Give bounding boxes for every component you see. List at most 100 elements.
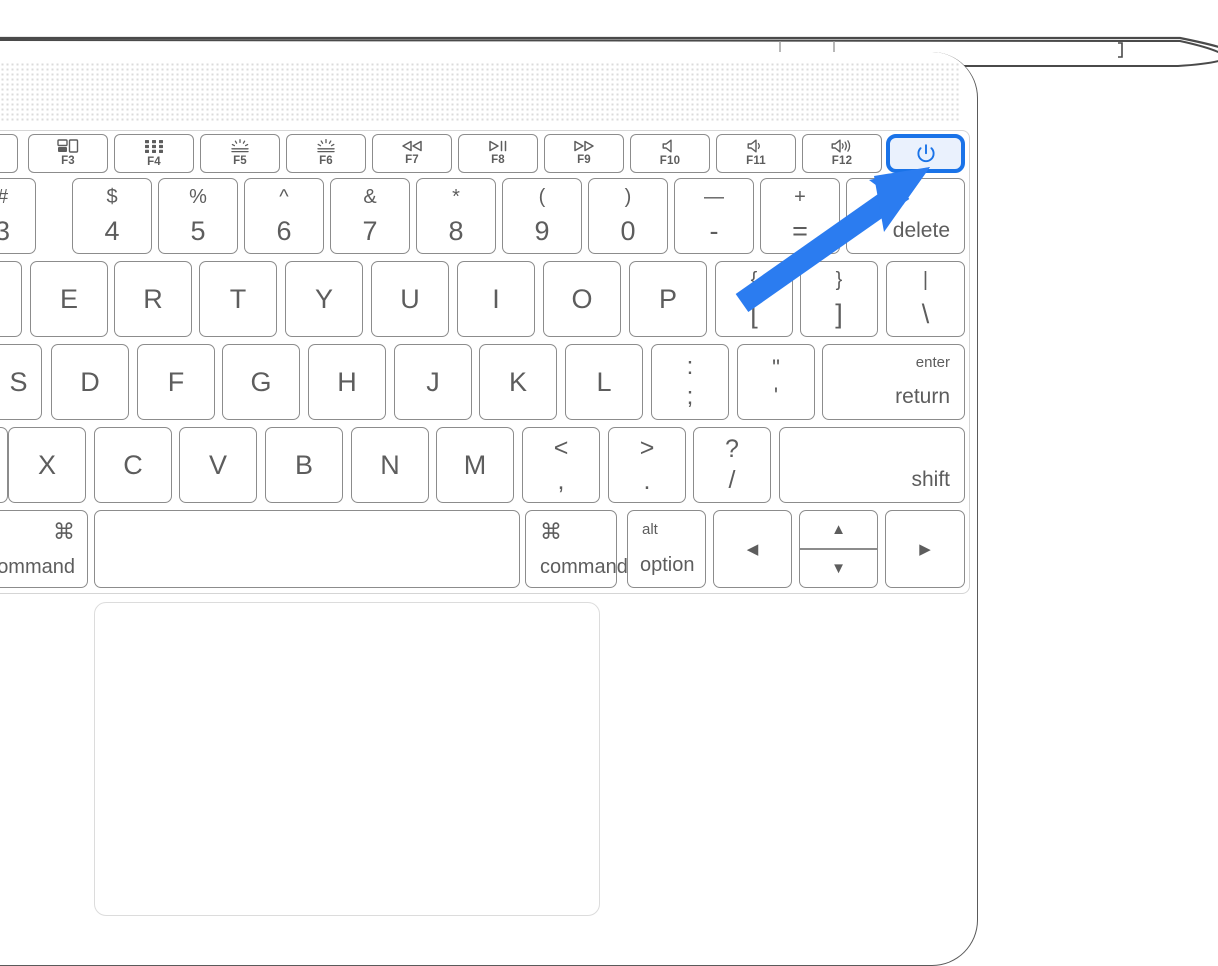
key-v[interactable]: V bbox=[179, 427, 257, 503]
volume-down-icon bbox=[747, 139, 760, 153]
key-7[interactable]: & 7 bbox=[330, 178, 410, 254]
key-f4-label: F4 bbox=[147, 155, 161, 168]
key-u-label: U bbox=[400, 283, 420, 314]
key-z-partial[interactable] bbox=[0, 427, 8, 503]
key-period-shift-label: > bbox=[639, 434, 655, 462]
key-option-alt-label: alt bbox=[642, 521, 658, 538]
key-semicolon[interactable]: : ; bbox=[651, 344, 729, 420]
key-arrow-down[interactable]: ▼ bbox=[800, 550, 877, 587]
key-4[interactable]: $ 4 bbox=[72, 178, 152, 254]
key-slash[interactable]: ? / bbox=[693, 427, 771, 503]
key-return-enter-label: enter bbox=[915, 354, 950, 371]
power-button[interactable] bbox=[886, 134, 965, 173]
command-symbol-icon: ⌘ bbox=[540, 519, 562, 544]
key-6[interactable]: ^ 6 bbox=[244, 178, 324, 254]
key-arrow-right[interactable]: ▶ bbox=[885, 510, 965, 588]
key-f5[interactable]: F5 bbox=[200, 134, 280, 173]
key-command-right-label: command bbox=[540, 556, 628, 578]
key-k[interactable]: K bbox=[479, 344, 557, 420]
key-w-partial[interactable] bbox=[0, 261, 22, 337]
key-return[interactable]: enter return bbox=[822, 344, 965, 420]
key-comma[interactable]: < , bbox=[522, 427, 600, 503]
key-t[interactable]: T bbox=[199, 261, 277, 337]
key-f9-label: F9 bbox=[577, 154, 591, 167]
key-0[interactable]: ) 0 bbox=[588, 178, 668, 254]
key-quote[interactable]: " ' bbox=[737, 344, 815, 420]
key-j[interactable]: J bbox=[394, 344, 472, 420]
key-bracket-left[interactable]: { [ bbox=[715, 261, 793, 337]
key-n[interactable]: N bbox=[351, 427, 429, 503]
key-5[interactable]: % 5 bbox=[158, 178, 238, 254]
key-m[interactable]: M bbox=[436, 427, 514, 503]
key-f4[interactable]: F4 bbox=[114, 134, 194, 173]
key-delete[interactable]: delete bbox=[846, 178, 965, 254]
key-f12-label: F12 bbox=[831, 155, 853, 168]
key-d[interactable]: D bbox=[51, 344, 129, 420]
key-i[interactable]: I bbox=[457, 261, 535, 337]
key-8[interactable]: * 8 bbox=[416, 178, 496, 254]
key-bracket-right[interactable]: } ] bbox=[800, 261, 878, 337]
key-f10[interactable]: F10 bbox=[630, 134, 710, 173]
key-p[interactable]: P bbox=[629, 261, 707, 337]
key-9-shift-label: ( bbox=[538, 186, 546, 208]
key-f8-label: F8 bbox=[491, 154, 505, 167]
key-f9[interactable]: F9 bbox=[544, 134, 624, 173]
arrow-left-icon: ◀ bbox=[746, 540, 759, 558]
key-3-label: 3 bbox=[0, 216, 11, 246]
key-equal-shift-label: + bbox=[794, 186, 806, 208]
key-backslash-label: \ bbox=[921, 299, 930, 329]
key-arrow-up[interactable]: ▲ bbox=[800, 511, 877, 548]
key-c[interactable]: C bbox=[94, 427, 172, 503]
key-0-label: 0 bbox=[620, 216, 636, 246]
key-f[interactable]: F bbox=[137, 344, 215, 420]
key-g[interactable]: G bbox=[222, 344, 300, 420]
key-3-shift-label: # bbox=[0, 187, 8, 207]
key-minus[interactable]: — - bbox=[674, 178, 754, 254]
key-comma-label: , bbox=[557, 467, 565, 495]
key-f7-label: F7 bbox=[405, 154, 419, 167]
key-o[interactable]: O bbox=[543, 261, 621, 337]
rewind-icon bbox=[402, 141, 422, 152]
key-b-label: B bbox=[294, 449, 313, 480]
key-y[interactable]: Y bbox=[285, 261, 363, 337]
key-f10-label: F10 bbox=[659, 155, 681, 168]
key-h[interactable]: H bbox=[308, 344, 386, 420]
key-option[interactable]: alt option bbox=[627, 510, 706, 588]
mute-icon bbox=[662, 139, 672, 153]
key-space[interactable] bbox=[94, 510, 520, 588]
key-return-label: return bbox=[895, 385, 950, 408]
key-3[interactable]: # 3 bbox=[0, 178, 36, 254]
key-arrow-left[interactable]: ◀ bbox=[713, 510, 792, 588]
key-o-label: O bbox=[571, 283, 593, 314]
play-pause-icon bbox=[489, 141, 507, 152]
key-period[interactable]: > . bbox=[608, 427, 686, 503]
key-l-label: L bbox=[596, 366, 612, 397]
key-equal[interactable]: + = bbox=[760, 178, 840, 254]
key-s[interactable]: S bbox=[0, 344, 42, 420]
key-u[interactable]: U bbox=[371, 261, 449, 337]
key-slash-label: / bbox=[728, 466, 736, 494]
key-f3-label: F3 bbox=[61, 155, 75, 168]
key-f3[interactable]: F3 bbox=[28, 134, 108, 173]
key-f8[interactable]: F8 bbox=[458, 134, 538, 173]
key-f2-partial[interactable] bbox=[0, 134, 18, 173]
key-arrow-updown[interactable]: ▲ ▼ bbox=[799, 510, 878, 588]
key-l[interactable]: L bbox=[565, 344, 643, 420]
key-backslash[interactable]: | \ bbox=[886, 261, 965, 337]
key-f7[interactable]: F7 bbox=[372, 134, 452, 173]
trackpad[interactable] bbox=[94, 602, 600, 916]
key-command-right[interactable]: ⌘ command bbox=[525, 510, 628, 588]
key-f11[interactable]: F11 bbox=[716, 134, 796, 173]
key-bracket-right-label: ] bbox=[835, 299, 843, 329]
key-shift-right[interactable]: shift bbox=[779, 427, 965, 503]
key-f6[interactable]: F6 bbox=[286, 134, 366, 173]
key-f12[interactable]: F12 bbox=[802, 134, 882, 173]
arrow-up-icon: ▲ bbox=[831, 521, 846, 539]
key-r[interactable]: R bbox=[114, 261, 192, 337]
key-e[interactable]: E bbox=[30, 261, 108, 337]
key-9[interactable]: ( 9 bbox=[502, 178, 582, 254]
key-x[interactable]: X bbox=[8, 427, 86, 503]
key-command-left[interactable]: ⌘ command bbox=[0, 510, 88, 588]
key-f-label: F bbox=[167, 366, 185, 397]
key-b[interactable]: B bbox=[265, 427, 343, 503]
